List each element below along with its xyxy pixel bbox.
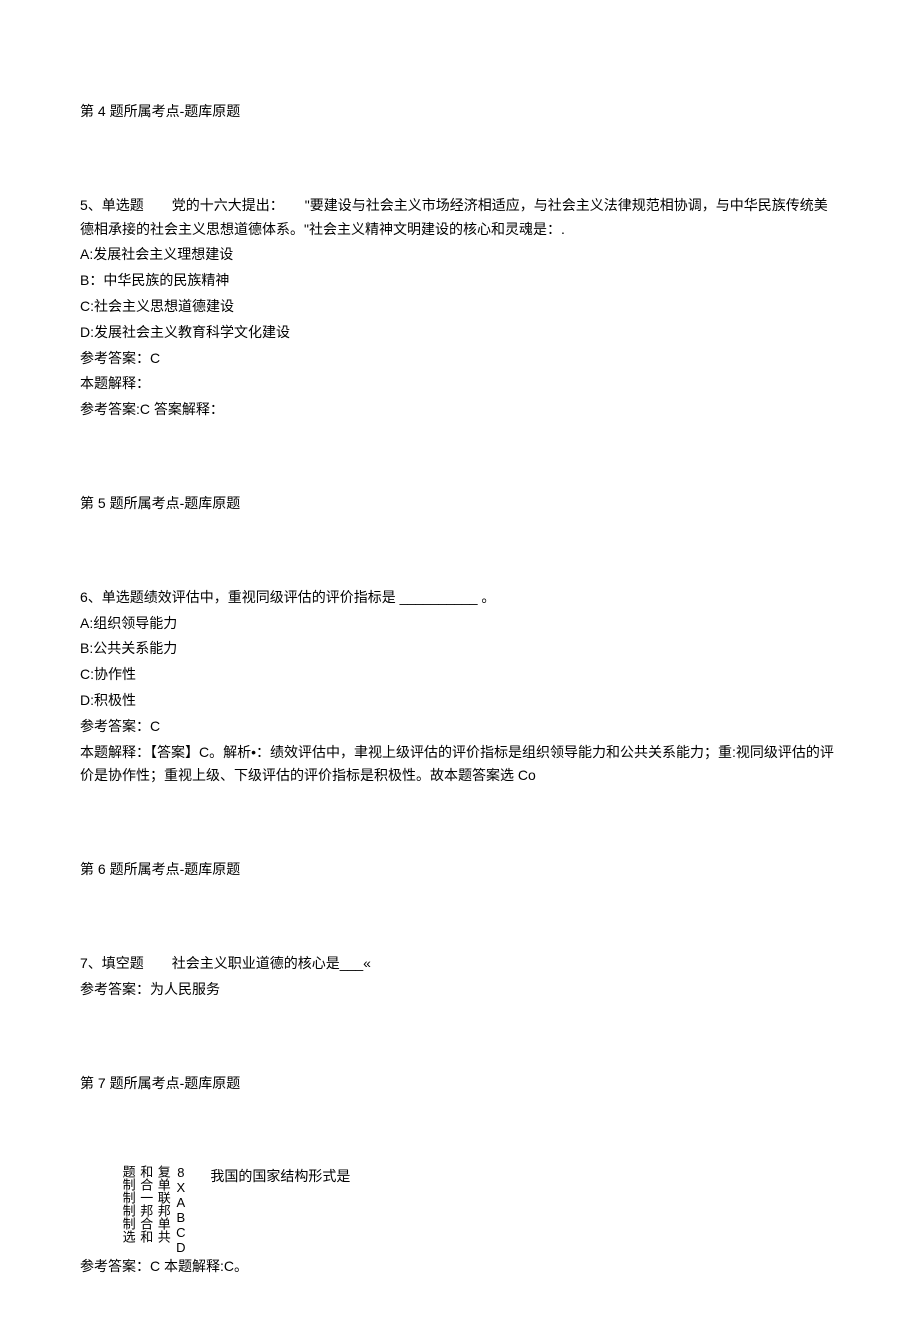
q6-reference: 第 6 题所属考点-题库原题 (80, 858, 840, 882)
q5-explain-text: 参考答案:C 答案解释： (80, 398, 840, 422)
q6-stem: 6、单选题绩效评估中，重视同级评估的评价指标是 __________ 。 (80, 586, 840, 610)
q5-explain-label: 本题解释： (80, 372, 840, 396)
q7-answer: 参考答案：为人民服务 (80, 978, 840, 1002)
q8-vert-col1: 8XABCD (173, 1165, 189, 1255)
q7-reference: 第 7 题所属考点-题库原题 (80, 1072, 840, 1096)
q5-option-c: C:社会主义思想道德建设 (80, 295, 840, 319)
q4-reference: 第 4 题所属考点-题库原题 (80, 100, 840, 124)
q5-option-a: A:发展社会主义理想建设 (80, 243, 840, 267)
q6-option-b: B:公共关系能力 (80, 637, 840, 661)
q6-option-a: A:组织领导能力 (80, 612, 840, 636)
q7-stem: 7、填空题 社会主义职业道德的核心是___« (80, 952, 840, 976)
q5-option-d: D:发展社会主义教育科学文化建设 (80, 321, 840, 345)
q8-horizontal-label: 我国的国家结构形式是 (210, 1165, 350, 1189)
q5-reference: 第 5 题所属考点-题库原题 (80, 492, 840, 516)
q6-explain-text: 本题解释：【答案】C。解析•：绩效评估中，聿视上级评估的评价指标是组织领导能力和… (80, 741, 840, 789)
q5-answer: 参考答案：C (80, 347, 840, 371)
q5-option-b: B：中华民族的民族精神 (80, 269, 840, 293)
q8-vert-col2: 复单联邦单共 (155, 1165, 171, 1243)
q8-vert-col3: 和合一邦合和 (138, 1165, 154, 1243)
q8-answer: 参考答案：C 本题解释:C。 (80, 1255, 840, 1279)
q5-stem: 5、单选题 党的十六大提出： "要建设与社会主义市场经济相适应，与社会主义法律规… (80, 194, 840, 242)
q6-option-c: C:协作性 (80, 663, 840, 687)
q8-vertical-block: 题制制制制选 和合一邦合和 复单联邦单共 8XABCD 我国的国家结构形式是 (120, 1165, 840, 1255)
q6-option-d: D:积极性 (80, 689, 840, 713)
q8-vert-col4: 题制制制制选 (120, 1165, 136, 1243)
q6-answer: 参考答案：C (80, 715, 840, 739)
